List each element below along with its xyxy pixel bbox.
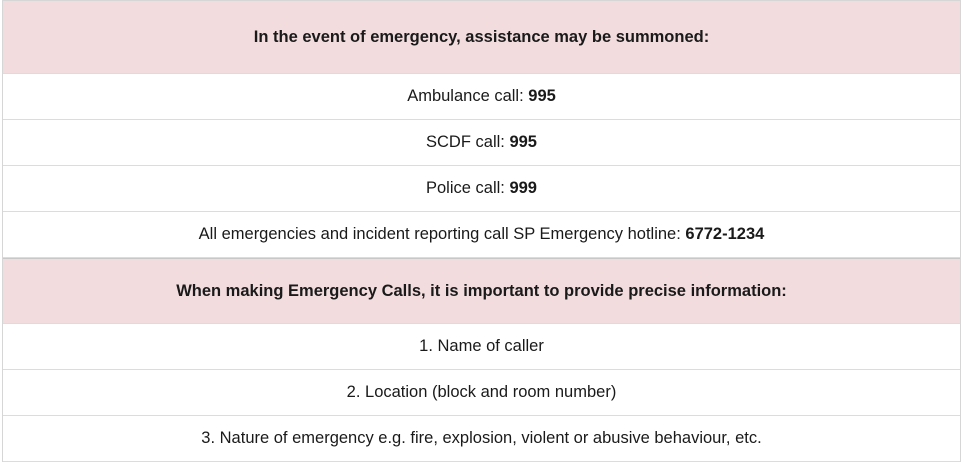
police-call-row: Police call: 999 xyxy=(3,166,960,212)
info-item-nature-row: 3. Nature of emergency e.g. fire, explos… xyxy=(3,416,960,462)
info-item-caller-row: 1. Name of caller xyxy=(3,324,960,370)
info-item-nature: 3. Nature of emergency e.g. fire, explos… xyxy=(201,429,762,447)
police-call-number: 999 xyxy=(509,179,537,197)
scdf-call-row: SCDF call: 995 xyxy=(3,120,960,166)
ambulance-call-number: 995 xyxy=(528,87,556,105)
info-item-caller: 1. Name of caller xyxy=(419,337,544,355)
info-item-location-row: 2. Location (block and room number) xyxy=(3,370,960,416)
info-item-location: 2. Location (block and room number) xyxy=(346,383,617,401)
section1-heading: In the event of emergency, assistance ma… xyxy=(253,27,710,46)
section2-heading-row: When making Emergency Calls, it is impor… xyxy=(3,258,960,324)
sp-hotline-number: 6772-1234 xyxy=(685,225,765,243)
section2-heading: When making Emergency Calls, it is impor… xyxy=(176,281,787,300)
section1-heading-row: In the event of emergency, assistance ma… xyxy=(3,1,960,74)
sp-hotline-row: All emergencies and incident reporting c… xyxy=(3,212,960,258)
ambulance-call-row: Ambulance call: 995 xyxy=(3,74,960,120)
sp-hotline-label: All emergencies and incident reporting c… xyxy=(198,225,686,243)
scdf-call-label: SCDF call: xyxy=(426,133,510,151)
police-call-label: Police call: xyxy=(426,179,510,197)
ambulance-call-label: Ambulance call: xyxy=(407,87,529,105)
scdf-call-number: 995 xyxy=(509,133,537,151)
emergency-info-table: In the event of emergency, assistance ma… xyxy=(2,0,961,462)
